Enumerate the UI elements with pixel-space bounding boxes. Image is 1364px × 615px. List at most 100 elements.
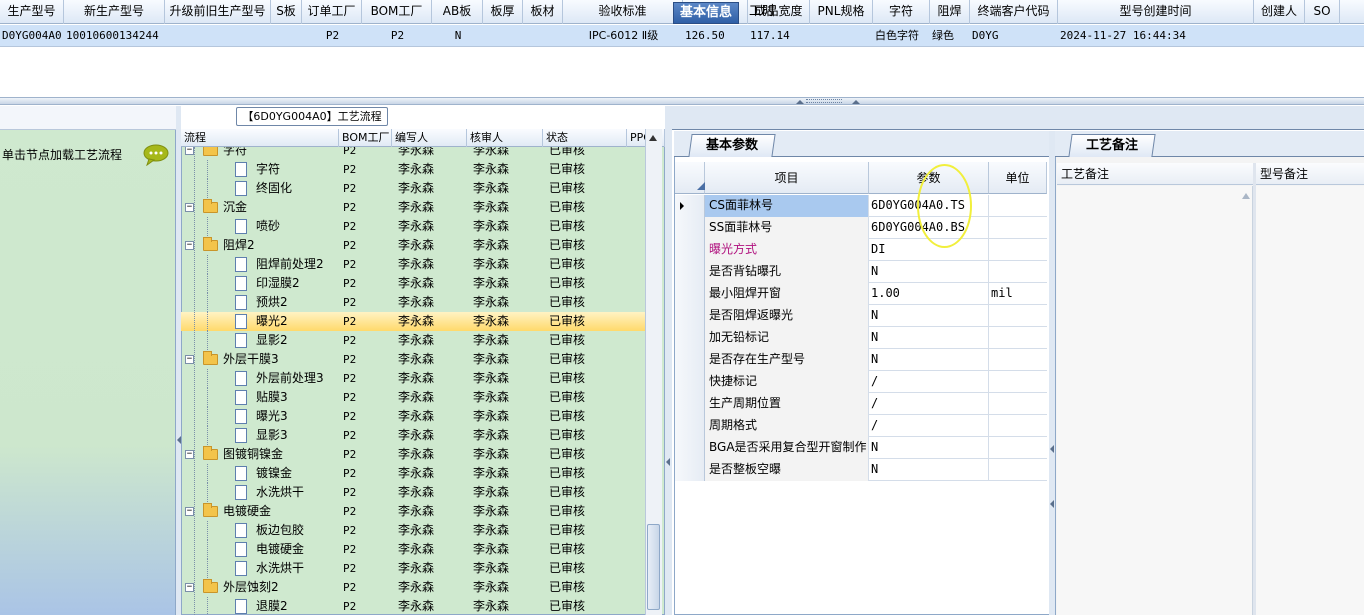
grid-cell[interactable]: [485, 25, 522, 47]
tree-folder-row[interactable]: − 字符 P2 李永森 李永森 已审核: [181, 147, 645, 160]
tree-step-row[interactable]: 板边包胶 P2 李永森 李永森 已审核: [181, 521, 645, 540]
grid-cell[interactable]: 117.14: [750, 25, 809, 47]
tree-node-name[interactable]: 退膜2: [256, 597, 288, 615]
param-value[interactable]: N: [869, 459, 989, 481]
collapse-toggle-icon[interactable]: −: [185, 450, 194, 459]
param-value[interactable]: DI: [869, 239, 989, 261]
param-value[interactable]: 1.00: [869, 283, 989, 305]
tree-node-name[interactable]: 字符: [223, 147, 247, 160]
vertical-splitter-middle[interactable]: [665, 106, 672, 615]
tree-step-row[interactable]: 印湿膜2 P2 李永森 李永森 已审核: [181, 274, 645, 293]
param-value[interactable]: N: [869, 349, 989, 371]
grid-cell[interactable]: [1256, 25, 1304, 47]
tree-node-name[interactable]: 字符: [256, 160, 280, 179]
grid-cell[interactable]: 2024-11-27 16:44:34: [1060, 25, 1253, 47]
model-remark-text[interactable]: [1256, 186, 1364, 615]
tree-node-name[interactable]: 显影2: [256, 331, 288, 350]
param-row[interactable]: 加无铅标记 N: [675, 327, 1047, 349]
tree-folder-row[interactable]: − 外层干膜3 P2 李永森 李永森 已审核: [181, 350, 645, 369]
grid-col-header[interactable]: 板材: [523, 0, 563, 24]
tree-node-name[interactable]: 曝光2: [256, 312, 288, 331]
tree-col-header[interactable]: 核审人: [467, 129, 543, 147]
param-row[interactable]: 周期格式 /: [675, 415, 1047, 437]
param-row[interactable]: 是否背钻曝孔 N: [675, 261, 1047, 283]
tree-step-row[interactable]: 贴膜3 P2 李永森 李永森 已审核: [181, 388, 645, 407]
collapse-toggle-icon[interactable]: −: [185, 241, 194, 250]
param-value[interactable]: N: [869, 305, 989, 327]
grid-cell[interactable]: D0YG: [972, 25, 1057, 47]
tab-work-hours[interactable]: 工时: [743, 2, 781, 24]
process-remark-text[interactable]: [1057, 186, 1253, 615]
splitter-arrow-icon[interactable]: [1050, 500, 1054, 508]
grid-col-header[interactable]: 订单工厂: [302, 0, 362, 24]
tree-col-header[interactable]: 流程: [181, 129, 339, 147]
collapse-toggle-icon[interactable]: −: [185, 147, 194, 155]
param-value[interactable]: N: [869, 437, 989, 459]
collapse-toggle-icon[interactable]: −: [185, 583, 194, 592]
remark-scroll-up-icon[interactable]: [1242, 193, 1250, 199]
tab-basic-params[interactable]: 基本参数: [688, 134, 776, 157]
tree-step-row[interactable]: 电镀硬金 P2 李永森 李永森 已审核: [181, 540, 645, 559]
tree-step-row[interactable]: 终固化 P2 李永森 李永森 已审核: [181, 179, 645, 198]
param-item-name[interactable]: SS面菲林号: [705, 217, 869, 239]
tree-folder-row[interactable]: − 图镀铜镍金 P2 李永森 李永森 已审核: [181, 445, 645, 464]
tree-node-name[interactable]: 终固化: [256, 179, 292, 198]
grid-cell[interactable]: [167, 25, 270, 47]
param-item-name[interactable]: 曝光方式: [705, 239, 869, 261]
tree-step-row[interactable]: 字符 P2 李永森 李永森 已审核: [181, 160, 645, 179]
grid-col-header[interactable]: S板: [271, 0, 302, 24]
param-row[interactable]: 是否存在生产型号 N: [675, 349, 1047, 371]
tab-process-remarks[interactable]: 工艺备注: [1068, 134, 1156, 157]
tree-step-row[interactable]: 阻焊前处理2 P2 李永森 李永森 已审核: [181, 255, 645, 274]
param-item-name[interactable]: 快捷标记: [705, 371, 869, 393]
tree-col-header[interactable]: 状态: [543, 129, 627, 147]
tree-step-row[interactable]: 喷砂 P2 李永森 李永森 已审核: [181, 217, 645, 236]
grid-col-header[interactable]: 新生产型号: [64, 0, 165, 24]
grid-cell[interactable]: 10010600134244: [66, 25, 164, 47]
param-value[interactable]: /: [869, 415, 989, 437]
param-row[interactable]: 曝光方式 DI: [675, 239, 1047, 261]
tree-step-row[interactable]: 曝光2 P2 李永森 李永森 已审核: [181, 312, 645, 331]
model-grid-row[interactable]: D0YG004A0 10010600134244 P2 P2 N IPC-6012 Ⅱ级 1…: [0, 25, 1364, 47]
param-item-name[interactable]: BGA是否采用复合型开窗制作: [705, 437, 869, 459]
tree-folder-row[interactable]: − 外层蚀刻2 P2 李永森 李永森 已审核: [181, 578, 645, 597]
grid-cell[interactable]: P2: [304, 25, 361, 47]
tree-node-name[interactable]: 印湿膜2: [256, 274, 300, 293]
splitter-arrow-icon[interactable]: [666, 458, 670, 466]
param-item-name[interactable]: 生产周期位置: [705, 393, 869, 415]
tree-step-row[interactable]: 水洗烘干 P2 李永森 李永森 已审核: [181, 483, 645, 502]
tree-step-row[interactable]: 预烘2 P2 李永森 李永森 已审核: [181, 293, 645, 312]
param-item-name[interactable]: 是否阻焊返曝光: [705, 305, 869, 327]
tree-node-name[interactable]: 板边包胶: [256, 521, 304, 540]
grid-col-header[interactable]: BOM工厂: [362, 0, 432, 24]
scroll-up-arrow-icon[interactable]: [649, 135, 657, 141]
param-col-header[interactable]: 项目: [705, 162, 869, 194]
splitter-grip-icon[interactable]: [806, 99, 842, 103]
tree-node-name[interactable]: 阻焊2: [223, 236, 255, 255]
param-item-name[interactable]: CS面菲林号: [705, 195, 869, 217]
param-row[interactable]: 是否整板空曝 N: [675, 459, 1047, 481]
param-row[interactable]: BGA是否采用复合型开窗制作 N: [675, 437, 1047, 459]
tree-step-row[interactable]: 镀镍金 P2 李永森 李永森 已审核: [181, 464, 645, 483]
param-value[interactable]: /: [869, 371, 989, 393]
grid-col-header[interactable]: 终端客户代码: [970, 0, 1058, 24]
grid-cell[interactable]: N: [434, 25, 482, 47]
param-item-name[interactable]: 加无铅标记: [705, 327, 869, 349]
tree-step-row[interactable]: 显影3 P2 李永森 李永森 已审核: [181, 426, 645, 445]
tree-node-name[interactable]: 喷砂: [256, 217, 280, 236]
tree-node-name[interactable]: 外层蚀刻2: [223, 578, 279, 597]
grid-col-header[interactable]: 创建人: [1254, 0, 1305, 24]
tree-node-name[interactable]: 水洗烘干: [256, 559, 304, 578]
grid-col-header[interactable]: 型号创建时间: [1058, 0, 1254, 24]
param-value[interactable]: N: [869, 327, 989, 349]
param-item-name[interactable]: 周期格式: [705, 415, 869, 437]
grid-col-header[interactable]: 字符: [873, 0, 930, 24]
grid-col-header[interactable]: SO: [1305, 0, 1340, 24]
tree-col-header[interactable]: 编写人: [392, 129, 467, 147]
tree-node-name[interactable]: 外层前处理3: [256, 369, 324, 388]
param-col-header[interactable]: 单位: [989, 162, 1047, 194]
param-item-name[interactable]: 是否背钻曝孔: [705, 261, 869, 283]
tree-step-row[interactable]: 曝光3 P2 李永森 李永森 已审核: [181, 407, 645, 426]
tab-basic-info[interactable]: 基本信息: [673, 2, 740, 24]
tree-node-name[interactable]: 水洗烘干: [256, 483, 304, 502]
